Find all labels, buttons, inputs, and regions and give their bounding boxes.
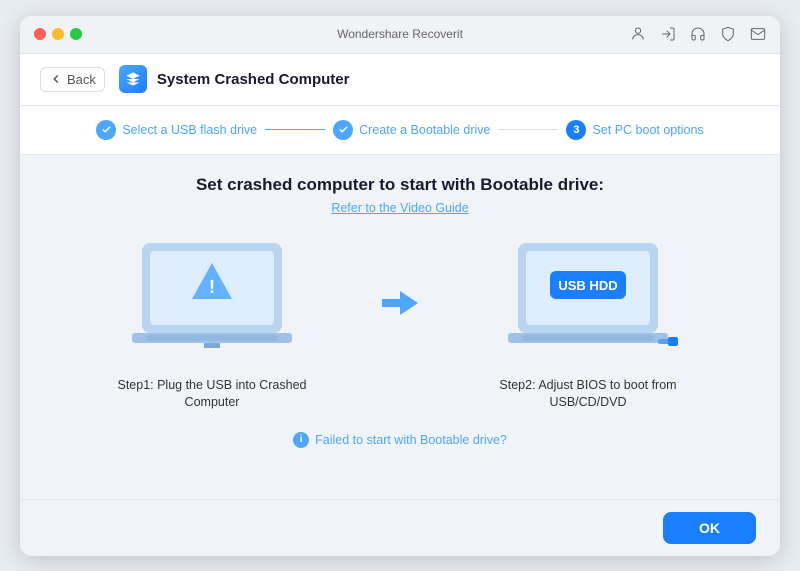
ok-button[interactable]: OK (663, 512, 756, 544)
headerbar: Back System Crashed Computer (20, 54, 780, 106)
person-icon[interactable] (630, 26, 646, 42)
step2-label: Step2: Adjust BIOS to boot from USB/CD/D… (488, 377, 688, 412)
login-icon[interactable] (660, 26, 676, 42)
step-3: 3 Set PC boot options (566, 120, 703, 140)
arrow-container (382, 289, 418, 317)
app-window: Wondershare Recoverit Back System Crashe… (20, 16, 780, 556)
main-content: Set crashed computer to start with Boota… (20, 155, 780, 499)
step1-label: Step1: Plug the USB into Crashed Compute… (112, 377, 312, 412)
video-guide-link[interactable]: Refer to the Video Guide (331, 201, 468, 215)
footer: OK (20, 499, 780, 556)
step-1-circle (96, 120, 116, 140)
traffic-lights (34, 28, 82, 40)
step1-laptop: ! (122, 235, 302, 365)
mail-icon[interactable] (750, 26, 766, 42)
connector-2 (498, 129, 558, 131)
connector-1 (265, 129, 325, 131)
close-button[interactable] (34, 28, 46, 40)
svg-text:USB HDD: USB HDD (558, 278, 617, 293)
step1-visual: ! Step1: Plug the USB into Crashed Compu… (82, 235, 342, 412)
failed-link[interactable]: Failed to start with Bootable drive? (315, 433, 507, 447)
arrow-icon (382, 289, 418, 317)
step-2-circle (333, 120, 353, 140)
step-2-label: Create a Bootable drive (359, 123, 490, 137)
steps-bar: Select a USB flash drive Create a Bootab… (20, 106, 780, 155)
step-2: Create a Bootable drive (333, 120, 490, 140)
info-icon: i (293, 432, 309, 448)
maximize-button[interactable] (70, 28, 82, 40)
step2-visual: USB HDD Step2: Adjust BIOS to boot from … (458, 235, 718, 412)
step-3-circle: 3 (566, 120, 586, 140)
headphone-icon[interactable] (690, 26, 706, 42)
failed-link-row[interactable]: i Failed to start with Bootable drive? (293, 432, 507, 448)
step-1: Select a USB flash drive (96, 120, 257, 140)
step-3-label: Set PC boot options (592, 123, 703, 137)
titlebar-icons (630, 26, 766, 42)
step2-laptop: USB HDD (498, 235, 678, 365)
shield-icon[interactable] (720, 26, 736, 42)
titlebar-title: Wondershare Recoverit (337, 27, 463, 41)
minimize-button[interactable] (52, 28, 64, 40)
back-label: Back (67, 72, 96, 87)
svg-text:!: ! (209, 277, 215, 297)
crashed-computer-icon (119, 65, 147, 93)
page-title: System Crashed Computer (157, 71, 350, 88)
titlebar: Wondershare Recoverit (20, 16, 780, 54)
back-button[interactable]: Back (40, 67, 105, 92)
step-3-number: 3 (573, 124, 579, 136)
steps-visual: ! Step1: Plug the USB into Crashed Compu… (40, 235, 760, 412)
step-1-label: Select a USB flash drive (122, 123, 257, 137)
content-title: Set crashed computer to start with Boota… (196, 175, 604, 195)
